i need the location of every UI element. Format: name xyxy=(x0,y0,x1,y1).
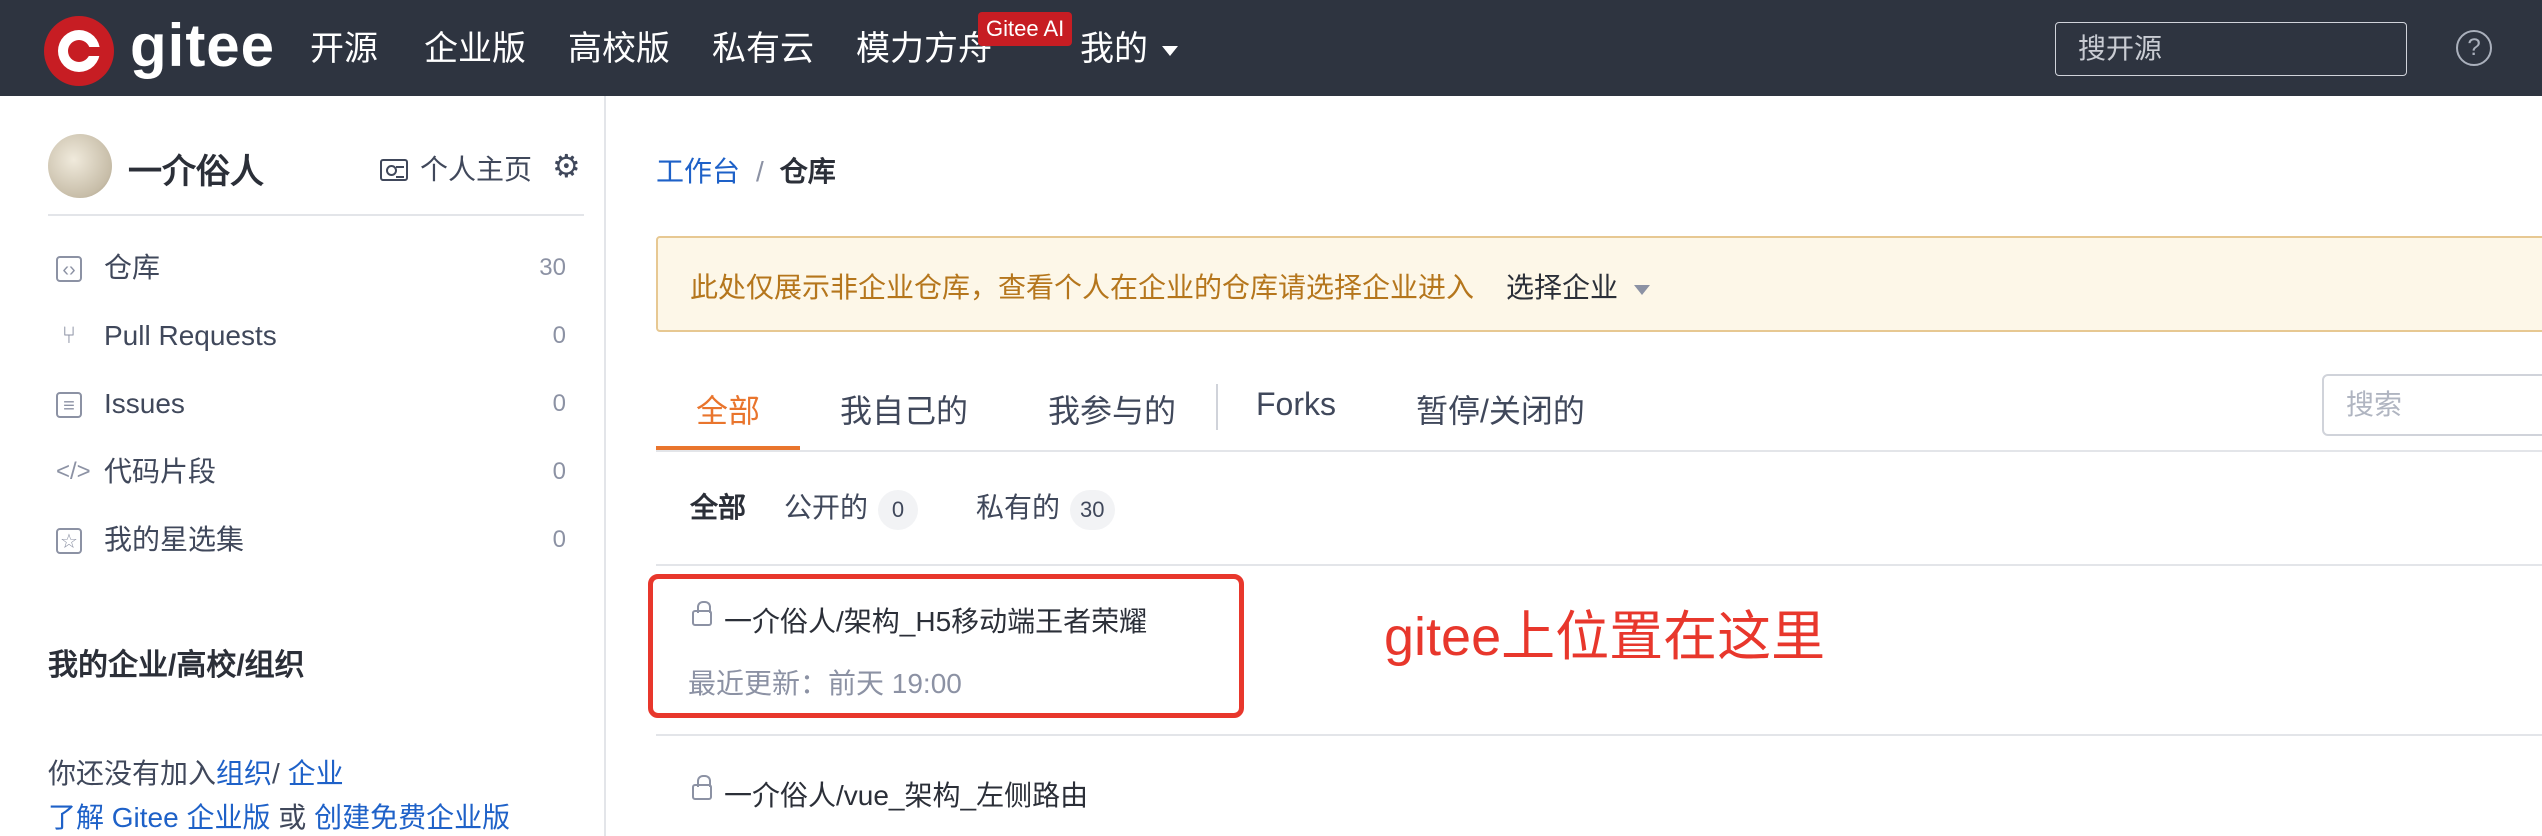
repo-name-link[interactable]: 一介俗人/vue_架构_左侧路由 xyxy=(724,774,1088,814)
sidebar-item-count: 30 xyxy=(539,254,566,281)
user-name[interactable]: 一介俗人 xyxy=(128,144,264,193)
breadcrumb: 工作台 / 仓库 xyxy=(656,150,836,190)
notice-text: 此处仅展示非企业仓库，查看个人在企业的仓库请选择企业进入 xyxy=(690,272,1475,303)
avatar[interactable] xyxy=(48,134,112,198)
join-org-link[interactable]: 组织 xyxy=(216,758,272,789)
chevron-down-icon xyxy=(1634,284,1651,295)
sidebar-item-snippets[interactable]: </> 代码片段 0 xyxy=(56,448,566,496)
divider xyxy=(656,734,2542,736)
gitee-ai-badge[interactable]: Gitee AI xyxy=(978,12,1073,46)
tab-all[interactable]: 全部 xyxy=(696,386,760,432)
learn-enterprise-link[interactable]: 了解 Gitee 企业版 xyxy=(48,802,270,833)
tab-paused-closed[interactable]: 暂停/关闭的 xyxy=(1416,386,1585,432)
lock-icon xyxy=(692,775,712,800)
breadcrumb-current: 仓库 xyxy=(779,156,836,187)
tab-participated[interactable]: 我参与的 xyxy=(1048,386,1176,432)
sidebar-item-count: 0 xyxy=(552,390,566,417)
org-actions-text: 了解 Gitee 企业版 或 创建免费企业版 xyxy=(48,796,510,836)
sidebar-item-count: 0 xyxy=(552,526,566,553)
sidebar-item-label: 仓库 xyxy=(104,252,161,283)
repo-tabs: 全部 我自己的 我参与的 Forks 暂停/关闭的 搜索 xyxy=(656,366,2542,452)
notice-banner: 此处仅展示非企业仓库，查看个人在企业的仓库请选择企业进入 选择企业 xyxy=(656,236,2542,332)
tab-mine[interactable]: 我自己的 xyxy=(840,386,968,432)
divider xyxy=(656,564,2542,566)
sidebar: 一介俗人 个人主页 ⚙ ‹› 仓库 30 ⑂ Pull Requests 0 ≡… xyxy=(0,96,606,836)
sidebar-item-pull-requests[interactable]: ⑂ Pull Requests 0 xyxy=(56,312,566,360)
checklist-icon: ≡ xyxy=(56,392,82,418)
count-badge: 30 xyxy=(1070,490,1115,530)
help-icon[interactable]: ? xyxy=(2456,30,2492,66)
sidebar-item-repos[interactable]: ‹› 仓库 30 xyxy=(56,244,566,292)
org-empty-text: 你还没有加入组织/ 企业 xyxy=(48,758,344,789)
sidebar-item-star-collections[interactable]: ☆ 我的星选集 0 xyxy=(56,516,566,564)
divider xyxy=(48,214,584,216)
sidebar-item-label: Pull Requests xyxy=(104,320,277,351)
filter-private[interactable]: 私有的 30 xyxy=(976,486,1115,530)
org-empty-label: 你还没有加入 xyxy=(48,758,217,789)
nav-education[interactable]: 高校版 xyxy=(568,24,670,74)
sidebar-item-count: 0 xyxy=(552,458,566,485)
logo-text[interactable]: gitee xyxy=(130,6,275,86)
select-enterprise-label: 选择企业 xyxy=(1506,272,1619,303)
filter-private-label: 私有的 xyxy=(976,492,1061,523)
count-badge: 0 xyxy=(878,490,919,530)
annotation-text: gitee上位置在这里 xyxy=(1384,607,1826,667)
org-section-title: 我的企业/高校/组织 xyxy=(48,649,305,682)
pull-request-icon: ⑂ xyxy=(61,322,77,349)
sidebar-item-label: 代码片段 xyxy=(104,456,217,487)
sidebar-item-label: 我的星选集 xyxy=(104,524,245,555)
id-card-icon xyxy=(380,159,408,181)
nav-mine[interactable]: 我的 xyxy=(1080,24,1178,74)
filter-public-label: 公开的 xyxy=(784,492,869,523)
tab-divider xyxy=(1216,384,1218,430)
tab-forks[interactable]: Forks xyxy=(1256,386,1336,423)
sidebar-item-label: Issues xyxy=(104,388,185,419)
sidebar-item-issues[interactable]: ≡ Issues 0 xyxy=(56,380,566,428)
code-icon: ‹› xyxy=(56,256,82,282)
sidebar-item-count: 0 xyxy=(552,322,566,349)
filter-all[interactable]: 全部 xyxy=(690,486,746,530)
nav-mine-label: 我的 xyxy=(1080,30,1148,68)
or-text: 或 xyxy=(278,802,307,833)
select-enterprise-dropdown[interactable]: 选择企业 xyxy=(1506,266,1651,306)
personal-home-label: 个人主页 xyxy=(420,154,533,185)
breadcrumb-separator: / xyxy=(756,156,764,187)
nav-enterprise[interactable]: 企业版 xyxy=(424,24,526,74)
join-enterprise-link[interactable]: 企业 xyxy=(288,758,344,789)
annotation-highlight-box xyxy=(648,574,1244,718)
nav-open-source[interactable]: 开源 xyxy=(310,24,378,74)
chevron-down-icon xyxy=(1162,46,1178,57)
gitee-logo-icon[interactable] xyxy=(44,16,114,86)
nav-model-ark[interactable]: 模力方舟 xyxy=(856,24,992,74)
top-navbar: gitee 开源 企业版 高校版 私有云 模力方舟 Gitee AI 我的 搜开… xyxy=(0,0,2542,96)
nav-private-cloud[interactable]: 私有云 xyxy=(712,24,814,74)
star-box-icon: ☆ xyxy=(56,528,82,554)
active-tab-indicator xyxy=(656,446,800,450)
filter-public[interactable]: 公开的 0 xyxy=(784,486,919,530)
personal-home-link[interactable]: 个人主页 xyxy=(380,148,532,188)
code-slash-icon: </> xyxy=(56,458,91,485)
breadcrumb-workbench[interactable]: 工作台 xyxy=(656,156,740,187)
gear-icon[interactable]: ⚙ xyxy=(552,150,581,182)
repo-search-input[interactable]: 搜索 xyxy=(2322,374,2542,436)
create-enterprise-link[interactable]: 创建免费企业版 xyxy=(314,802,510,833)
search-input[interactable]: 搜开源 xyxy=(2055,22,2407,76)
